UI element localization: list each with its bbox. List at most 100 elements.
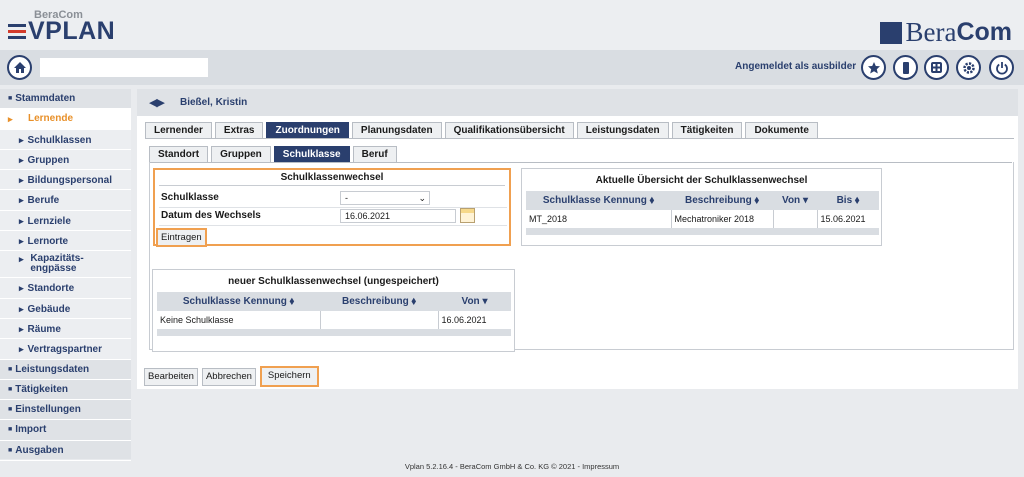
tab-dokumente[interactable]: Dokumente — [745, 122, 818, 139]
sidebar-item-schulklassen[interactable]: Schulklassen — [0, 129, 131, 150]
sidebar-item-label-line2: engpässe — [30, 263, 77, 275]
main-tabs: Lernender Extras Zuordnungen Planungsdat… — [145, 122, 821, 139]
form-divider — [159, 225, 507, 226]
subtab-standort[interactable]: Standort — [149, 146, 209, 163]
settings-button[interactable] — [956, 55, 981, 80]
col-header-bis[interactable]: Bis ⬧ — [817, 191, 879, 210]
subtab-schulklasse[interactable]: Schulklasse — [273, 146, 350, 163]
home-icon — [13, 62, 26, 73]
cell-von — [773, 210, 818, 228]
table-footer-bar — [526, 228, 879, 235]
sidebar-item-vertragspartner[interactable]: Vertragspartner — [0, 339, 131, 360]
power-icon — [995, 61, 1008, 75]
datum-label: Datum des Wechsels — [161, 210, 261, 221]
unsaved-table: Schulklasse Kennung ⬧ Beschreibung ⬧ Von… — [157, 292, 511, 336]
person-name: Bießel, Kristin — [180, 97, 248, 108]
sidebar-nav: Stammdaten Lernende Schulklassen Gruppen… — [0, 89, 131, 462]
logout-button[interactable] — [989, 55, 1014, 80]
app-header: BeraCom VPLAN Bera Com — [0, 0, 1024, 50]
phone-icon — [902, 61, 909, 74]
tab-lernender[interactable]: Lernender — [145, 122, 212, 139]
tab-taetigkeiten[interactable]: Tätigkeiten — [671, 122, 743, 139]
col-header-von[interactable]: Von ▾ — [438, 292, 511, 311]
sidebar-item-stammdaten[interactable]: Stammdaten — [0, 89, 131, 110]
sidebar-item-taetigkeiten[interactable]: Tätigkeiten — [0, 380, 131, 401]
sidebar-item-gruppen[interactable]: Gruppen — [0, 149, 131, 171]
schulklasse-select-value: - — [345, 193, 348, 203]
sidebar-item-berufe[interactable]: Berufe — [0, 190, 131, 211]
sidebar-item-lernende[interactable]: Lernende — [0, 109, 131, 130]
unsaved-title: neuer Schulklassenwechsel (ungespeichert… — [228, 276, 439, 287]
sidebar-item-einstellungen[interactable]: Einstellungen — [0, 400, 131, 421]
sidebar-item-ausgaben[interactable]: Ausgaben — [0, 441, 131, 462]
cell-bis: 15.06.2021 — [820, 214, 866, 224]
main-content: ◀▶ Bießel, Kristin Lernender Extras Zuor… — [137, 89, 1018, 389]
eintragen-button[interactable]: Eintragen — [156, 228, 207, 247]
sidebar-item-lernziele[interactable]: Lernziele — [0, 210, 131, 232]
schulklasse-select[interactable]: - ⌄ — [340, 191, 430, 205]
table-header-row: Schulklasse Kennung ⬧ Beschreibung ⬧ Von… — [526, 191, 879, 210]
cell-kennung: MT_2018 — [526, 210, 672, 228]
sidebar-item-lernorte[interactable]: Lernorte — [0, 231, 131, 252]
tab-divider — [145, 138, 1014, 139]
speichern-button[interactable]: Speichern — [259, 366, 319, 387]
tab-planungsdaten[interactable]: Planungsdaten — [351, 122, 442, 139]
tab-zuordnungen[interactable]: Zuordnungen — [266, 122, 349, 139]
sidebar-item-import[interactable]: Import — [0, 420, 131, 441]
favorites-button[interactable] — [861, 55, 886, 80]
abbrechen-button[interactable]: Abbrechen — [201, 368, 256, 386]
overview-table: Schulklasse Kennung ⬧ Beschreibung ⬧ Von… — [526, 191, 879, 235]
brand-logo: Bera Com — [880, 17, 1012, 48]
calculator-icon — [931, 62, 942, 73]
calendar-icon[interactable] — [460, 208, 475, 223]
logged-in-label: Angemeldet als ausbilder — [735, 61, 857, 72]
datum-row: Datum des Wechsels 16.06.2021 — [161, 208, 501, 225]
table-footer-bar — [157, 329, 511, 336]
home-button[interactable] — [7, 55, 32, 80]
overview-title: Aktuelle Übersicht der Schulklassenwechs… — [595, 175, 808, 186]
cell-kennung: Keine Schulklasse — [157, 311, 321, 329]
gear-icon — [962, 61, 975, 74]
search-input[interactable] — [40, 58, 208, 77]
tab-extras[interactable]: Extras — [214, 122, 264, 139]
sidebar-item-bildungspersonal[interactable]: Bildungspersonal — [0, 170, 131, 191]
col-header-kennung[interactable]: Schulklasse Kennung ⬧ — [157, 292, 320, 311]
col-header-von[interactable]: Von ▾ — [773, 191, 817, 210]
subtab-gruppen[interactable]: Gruppen — [211, 146, 271, 163]
bearbeiten-button[interactable]: Bearbeiten — [144, 368, 198, 386]
action-buttons: Bearbeiten Abbrechen Speichern — [144, 366, 323, 387]
cell-beschreibung — [320, 311, 439, 329]
prev-next-arrows-icon[interactable]: ◀▶ — [149, 96, 165, 109]
sidebar-item-kapazitaetsengpaesse[interactable]: Kapazitäts-engpässe — [0, 251, 131, 279]
tab-qualifikationsuebersicht[interactable]: Qualifikationsübersicht — [444, 122, 574, 139]
sub-tabs: Standort Gruppen Schulklasse Beruf — [149, 146, 400, 163]
top-toolbar: Angemeldet als ausbilder — [0, 50, 1024, 85]
class-change-overview: Aktuelle Übersicht der Schulklassenwechs… — [521, 168, 882, 246]
footer-text: Vplan 5.2.16.4 - BeraCom GmbH & Co. KG ©… — [404, 462, 620, 471]
col-header-kennung[interactable]: Schulklasse Kennung ⬧ — [526, 191, 671, 210]
cell-von: 16.06.2021 — [441, 315, 487, 325]
col-header-beschreibung[interactable]: Beschreibung ⬧ — [320, 292, 438, 311]
brand-square-icon — [880, 21, 903, 44]
app-logo[interactable]: VPLAN — [8, 17, 115, 46]
schulklasse-label: Schulklasse — [161, 192, 219, 203]
sidebar-item-standorte[interactable]: Standorte — [0, 278, 131, 299]
datum-input[interactable]: 16.06.2021 — [340, 209, 456, 223]
sidebar-item-gebaeude[interactable]: Gebäude — [0, 298, 131, 319]
chevron-down-icon: ⌄ — [418, 193, 426, 203]
subtab-beruf[interactable]: Beruf — [352, 146, 397, 163]
sidebar-item-leistungsdaten[interactable]: Leistungsdaten — [0, 360, 131, 380]
schulklasse-row: Schulklasse - ⌄ — [161, 190, 501, 207]
table-header-row: Schulklasse Kennung ⬧ Beschreibung ⬧ Von… — [157, 292, 511, 311]
table-row[interactable]: MT_2018 Mechatroniker 2018 15.06.2021 — [526, 210, 879, 228]
sidebar-item-raeume[interactable]: Räume — [0, 318, 131, 340]
col-header-beschreibung[interactable]: Beschreibung ⬧ — [671, 191, 773, 210]
cell-beschreibung: Mechatroniker 2018 — [671, 210, 774, 228]
brand-text-bold: Com — [956, 18, 1012, 46]
logo-lines-icon — [8, 24, 26, 41]
tab-leistungsdaten[interactable]: Leistungsdaten — [576, 122, 669, 139]
form-title: Schulklassenwechsel — [159, 170, 505, 186]
calculator-button[interactable] — [924, 55, 949, 80]
table-row[interactable]: Keine Schulklasse 16.06.2021 — [157, 311, 511, 329]
device-button[interactable] — [893, 55, 918, 80]
